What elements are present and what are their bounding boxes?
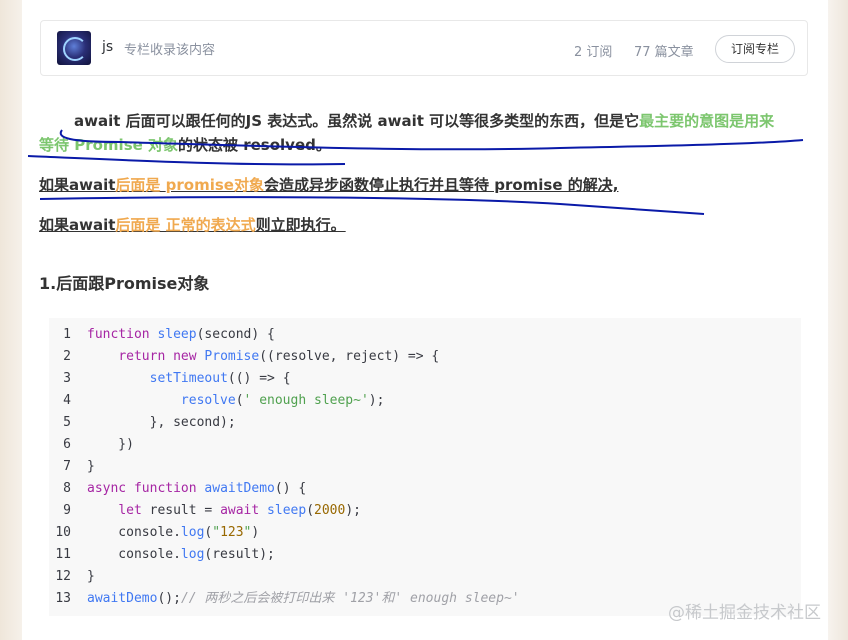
highlight-orange-text: promise对象	[165, 176, 264, 194]
code-line-text: }, second);	[87, 415, 236, 430]
paragraph-text: await 后面可以跟任何的JS 表达式。虽然说 await 可以等很多类型的东…	[74, 112, 640, 130]
code-block[interactable]: 1 function sleep(second) { 2 return new Pr…	[49, 318, 801, 616]
code-line-text: console.log(result);	[87, 547, 275, 562]
code-line-text: }	[87, 459, 95, 474]
code-line-number: 7	[63, 459, 71, 474]
paragraph-text: 则立即执行。	[255, 216, 346, 234]
code-line: 6 })	[49, 434, 134, 456]
background-edge-right	[828, 0, 848, 640]
column-avatar[interactable]	[57, 31, 91, 65]
code-line: 9 let result = await sleep(2000);	[49, 500, 361, 522]
paragraph-promise-case: 如果await后面是 promise对象会造成异步函数停止执行并且等待 prom…	[39, 174, 618, 195]
code-line-number: 2	[63, 349, 71, 364]
code-line: 11 console.log(result);	[49, 544, 275, 566]
code-line-number: 1	[63, 327, 71, 342]
highlight-orange-text: 后面是	[115, 176, 166, 194]
subscribe-column-button[interactable]: 订阅专栏	[715, 35, 795, 63]
code-line-number: 5	[63, 415, 71, 430]
code-line-text: }	[87, 569, 95, 584]
code-line: 5 }, second);	[49, 412, 236, 434]
code-line: 13 awaitDemo();// 两秒之后会被打印出来 '123'和' enou…	[49, 588, 519, 610]
code-line-number: 9	[63, 503, 71, 518]
column-name[interactable]: js	[102, 39, 113, 55]
paragraph-normal-case: 如果await后面是 正常的表达式则立即执行。	[39, 214, 346, 235]
column-card[interactable]: js 专栏收录该内容 2 订阅 77 篇文章 订阅专栏	[40, 20, 808, 76]
paragraph-text: 的状态被 resolved。	[178, 136, 331, 154]
column-subscriber-count: 2 订阅	[574, 45, 613, 60]
code-line-number: 10	[55, 525, 71, 540]
code-line: 7}	[49, 456, 95, 478]
code-line: 1 function sleep(second) {	[49, 324, 275, 346]
code-line-number: 3	[63, 371, 71, 386]
highlight-orange-text: 后面是 正常的表达式	[115, 216, 256, 234]
code-line-text: awaitDemo();// 两秒之后会被打印出来 '123'和' enough…	[87, 591, 520, 606]
code-line-number: 4	[63, 393, 71, 408]
section-heading: 1.后面跟Promise对象	[39, 274, 210, 293]
code-line-number: 11	[55, 547, 71, 562]
code-line: 10 console.log("123")	[49, 522, 259, 544]
highlight-green-text: 最主要的意图是用来	[639, 112, 775, 130]
code-line-number: 12	[55, 569, 71, 584]
code-line-number: 6	[63, 437, 71, 452]
code-line: 8 async function awaitDemo() {	[49, 478, 306, 500]
code-line-text: setTimeout(() => {	[149, 371, 291, 386]
code-line-text: let result = await sleep(2000);	[118, 503, 361, 518]
code-line-text: })	[87, 437, 134, 452]
paragraph-text: 如果await	[39, 216, 116, 234]
code-line-number: 13	[55, 591, 71, 606]
code-line-number: 8	[63, 481, 71, 496]
code-line: 4 resolve(' enough sleep~');	[49, 390, 384, 412]
paragraph-text: 如果await	[39, 176, 116, 194]
code-line-text: return new Promise((resolve, reject) => …	[118, 349, 440, 364]
code-line-text: resolve(' enough sleep~');	[180, 393, 385, 408]
code-line-text: async function awaitDemo() {	[87, 481, 307, 496]
code-line: 3 setTimeout(() => {	[49, 368, 290, 390]
highlight-green-text: 等待 Promise 对象	[39, 136, 179, 154]
code-line: 2 return new Promise((resolve, reject) =…	[49, 346, 439, 368]
code-line: 12}	[49, 566, 94, 588]
paragraph-await-line2: 等待 Promise 对象的状态被 resolved。	[39, 134, 331, 155]
column-description: 专栏收录该内容	[124, 43, 216, 58]
paragraph-text: 会造成异步函数停止执行并且等待 promise 的解决,	[263, 176, 619, 194]
code-line-text: console.log("123")	[87, 525, 260, 540]
background-edge-left	[0, 0, 22, 640]
juejin-watermark: @稀土掘金技术社区	[668, 603, 821, 623]
code-line-text: function sleep(second) {	[87, 327, 275, 342]
column-article-count: 77 篇文章	[634, 45, 694, 60]
paragraph-await-line1: await 后面可以跟任何的JS 表达式。虽然说 await 可以等很多类型的东…	[74, 110, 774, 131]
